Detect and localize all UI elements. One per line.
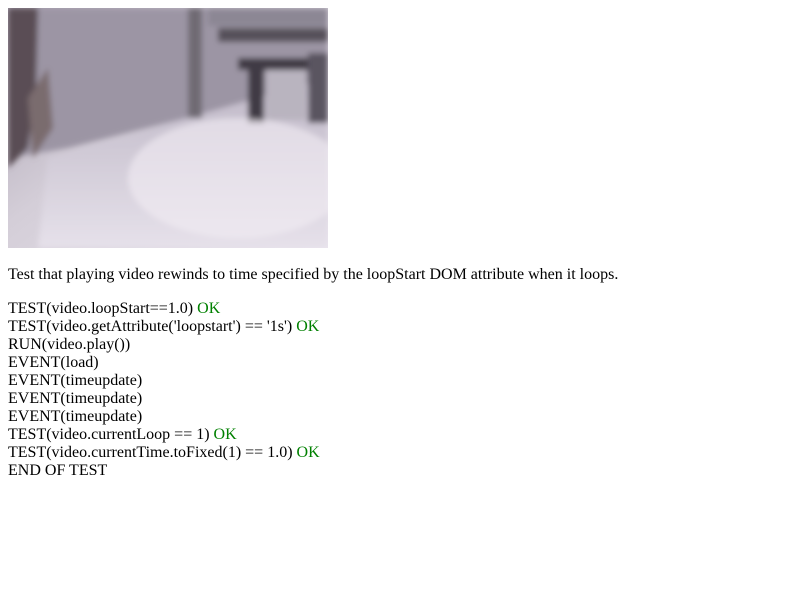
log-line-text: EVENT(timeupdate) — [8, 390, 143, 407]
log-line: TEST(video.currentTime.toFixed(1) == 1.0… — [8, 444, 792, 462]
log-line-text: TEST(video.loopStart==1.0) — [8, 300, 194, 317]
log-line-text: TEST(video.getAttribute('loopstart') == … — [8, 318, 293, 335]
test-log: TEST(video.loopStart==1.0) OK TEST(video.… — [8, 300, 792, 480]
log-line: EVENT(timeupdate) — [8, 408, 792, 426]
status-ok: OK — [197, 300, 221, 317]
log-line: EVENT(load) — [8, 354, 792, 372]
test-page: Test that playing video rewinds to time … — [0, 0, 800, 488]
status-ok: OK — [296, 318, 320, 335]
log-line: EVENT(timeupdate) — [8, 390, 792, 408]
log-line: RUN(video.play()) — [8, 336, 792, 354]
log-line: TEST(video.getAttribute('loopstart') == … — [8, 318, 792, 336]
log-line: TEST(video.loopStart==1.0) OK — [8, 300, 792, 318]
test-description: Test that playing video rewinds to time … — [8, 266, 619, 283]
status-ok: OK — [296, 444, 320, 461]
log-line-text: EVENT(timeupdate) — [8, 372, 143, 389]
log-line-text: RUN(video.play()) — [8, 336, 131, 353]
log-line: EVENT(timeupdate) — [8, 372, 792, 390]
log-line: TEST(video.currentLoop == 1) OK — [8, 426, 792, 444]
status-ok: OK — [213, 426, 237, 443]
log-line: END OF TEST — [8, 462, 792, 480]
log-line-text: EVENT(timeupdate) — [8, 408, 143, 425]
video-frame-image — [8, 8, 328, 248]
log-line-text: TEST(video.currentLoop == 1) — [8, 426, 210, 443]
video-player[interactable] — [8, 8, 328, 248]
log-line-text: EVENT(load) — [8, 354, 99, 371]
log-line-text: END OF TEST — [8, 462, 108, 479]
log-line-text: TEST(video.currentTime.toFixed(1) == 1.0… — [8, 444, 293, 461]
